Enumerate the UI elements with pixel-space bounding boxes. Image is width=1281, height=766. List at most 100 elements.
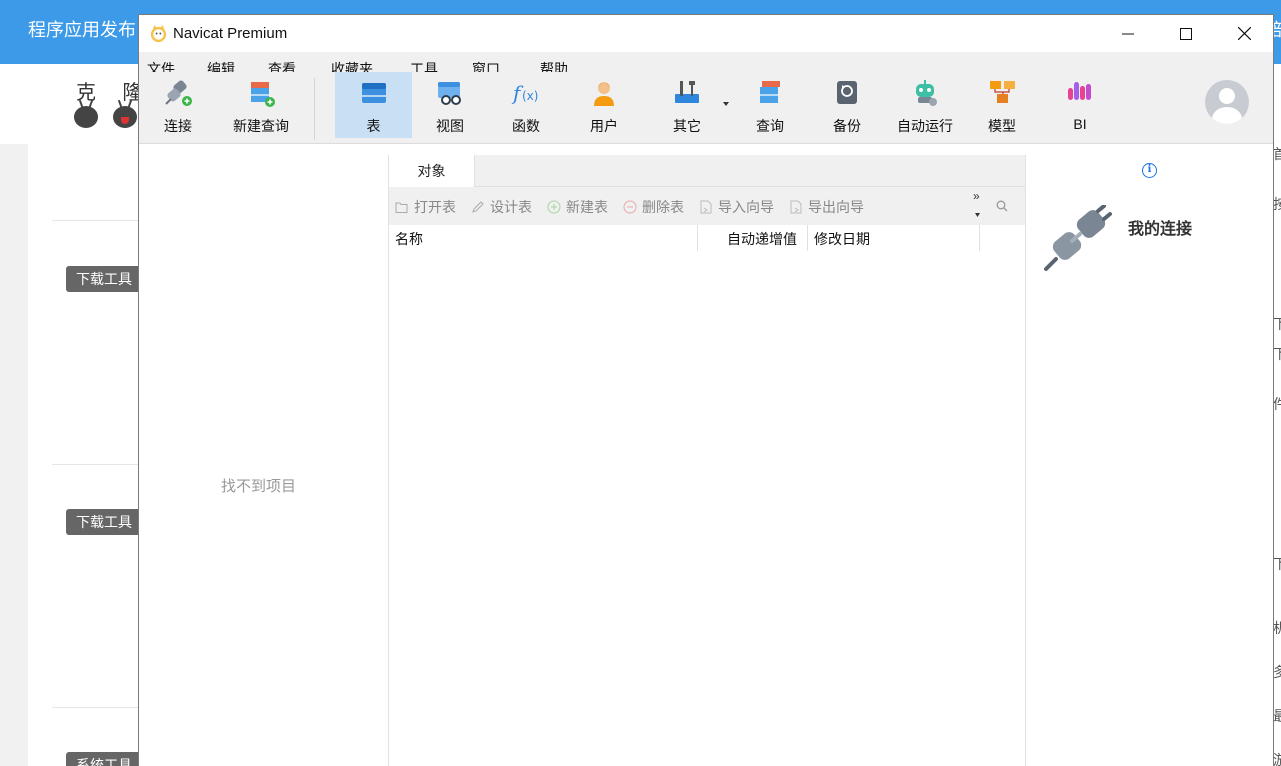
column-auto-increment[interactable]: 自动递增值 (727, 229, 797, 249)
bi-label: BI (1073, 116, 1087, 132)
tab-bar: 对象 (389, 155, 1025, 187)
user-icon (594, 82, 614, 106)
import-wizard-button[interactable]: 导入向导 (699, 197, 774, 217)
function-label: 函数 (512, 118, 540, 134)
category-tag[interactable]: 下载工具 (66, 266, 146, 292)
export-wizard-button[interactable]: 导出向导 (789, 197, 864, 217)
plug-connect-icon (165, 80, 192, 106)
divider (52, 707, 142, 708)
new-query-label: 新建查询 (233, 118, 289, 134)
import-wizard-label: 导入向导 (718, 199, 774, 215)
design-table-label: 设计表 (490, 199, 532, 215)
dropdown-arrow-icon[interactable] (975, 213, 980, 217)
plug-icon (1044, 205, 1112, 271)
folder-open-icon (395, 202, 408, 213)
maximize-button[interactable] (1157, 15, 1215, 52)
query-label: 查询 (756, 118, 784, 134)
import-icon (700, 200, 712, 214)
new-query-button[interactable]: 新建查询 (217, 72, 305, 138)
empty-message: 找不到项目 (221, 478, 297, 495)
model-icon (990, 81, 1015, 103)
minimize-icon (1122, 33, 1134, 34)
strip-char: 最 (1273, 708, 1281, 724)
auto-run-button[interactable]: 自动运行 (887, 72, 963, 138)
svg-text:(x): (x) (522, 89, 538, 103)
model-button[interactable]: 模型 (971, 72, 1033, 138)
close-icon (1237, 27, 1251, 40)
tab-objects[interactable]: 对象 (389, 155, 475, 187)
user-label: 用户 (590, 118, 618, 134)
background-page-title: 程序应用发布 (28, 20, 136, 40)
user-avatar[interactable] (1205, 80, 1249, 124)
strip-char: 按 (1273, 196, 1281, 212)
delete-table-button[interactable]: 删除表 (623, 197, 684, 217)
maximize-icon (1180, 27, 1192, 40)
search-icon[interactable] (996, 200, 1008, 212)
robot-icon (916, 80, 937, 106)
open-table-label: 打开表 (414, 199, 456, 215)
more-tools-button[interactable]: » (973, 189, 980, 203)
new-table-label: 新建表 (566, 199, 608, 215)
toolbar-divider (314, 78, 315, 140)
column-divider[interactable] (807, 225, 808, 251)
connection-tree-pane[interactable]: 找不到项目 (139, 155, 389, 766)
other-button[interactable]: 其它 (655, 72, 719, 138)
object-grid-header: 名称 自动递增值 修改日期 (389, 225, 1025, 251)
minimize-button[interactable] (1099, 15, 1157, 52)
mascot-icon (74, 106, 98, 128)
strip-char: 多 (1273, 664, 1281, 680)
auto-run-label: 自动运行 (897, 118, 953, 134)
table-icon (361, 83, 386, 103)
info-pane: i 我的连接 (1025, 155, 1273, 766)
connect-button[interactable]: 连接 (147, 72, 209, 138)
column-divider[interactable] (697, 225, 698, 251)
background-right-strip: 首 按 下 下 件 下 机 多 最 游 (1273, 64, 1281, 766)
delete-table-label: 删除表 (642, 199, 684, 215)
info-icon[interactable]: i (1142, 163, 1157, 178)
user-button[interactable]: 用户 (573, 72, 635, 138)
backup-icon (837, 81, 857, 104)
connect-label: 连接 (164, 118, 192, 134)
design-table-button[interactable]: 设计表 (471, 197, 532, 217)
category-tag[interactable]: 下载工具 (66, 509, 146, 535)
minus-circle-icon (623, 200, 637, 214)
table-label: 表 (366, 118, 381, 134)
function-button[interactable]: f (x) 函数 (495, 72, 557, 138)
other-label: 其它 (673, 118, 701, 134)
plus-circle-icon (547, 200, 561, 214)
bi-button[interactable]: BI (1049, 72, 1111, 138)
view-icon (438, 82, 461, 105)
function-icon: f (x) (511, 81, 538, 105)
column-name[interactable]: 名称 (395, 229, 423, 249)
mascot-icon (113, 106, 137, 128)
dropdown-arrow-icon[interactable] (723, 102, 729, 106)
new-table-button[interactable]: 新建表 (547, 197, 608, 217)
strip-char: 游 (1273, 752, 1281, 766)
window-title: Navicat Premium (173, 25, 288, 42)
main-toolbar: 连接 新建查询 表 视图 f (x) 函数 用户 其它 查询 备份 自动运行 模… (139, 72, 1273, 144)
strip-char: 机 (1273, 620, 1281, 636)
navicat-window: Navicat Premium 文件 编辑 查看 收藏夹 工具 窗口 帮助 连接 (138, 14, 1274, 766)
my-connections-title: 我的连接 (1128, 221, 1193, 238)
close-button[interactable] (1215, 15, 1273, 52)
view-button[interactable]: 视图 (419, 72, 481, 138)
strip-char: 下 (1273, 556, 1281, 572)
table-button[interactable]: 表 (335, 72, 412, 138)
query-button[interactable]: 查询 (739, 72, 801, 138)
category-tag[interactable]: 系统工具 (66, 752, 146, 766)
open-table-button[interactable]: 打开表 (395, 197, 456, 217)
query-icon (760, 81, 780, 103)
object-pane: 对象 打开表 设计表 新建表 删除表 导入向导 导出向导 » 名称 自动递增值 … (389, 155, 1025, 766)
new-query-icon (251, 82, 275, 107)
title-bar[interactable]: Navicat Premium (139, 15, 1273, 52)
column-divider[interactable] (979, 225, 980, 251)
divider (52, 220, 142, 221)
backup-button[interactable]: 备份 (816, 72, 878, 138)
tools-icon (675, 81, 699, 103)
strip-char: 下 (1273, 316, 1281, 332)
bi-chart-icon (1068, 82, 1091, 100)
column-modified-date[interactable]: 修改日期 (814, 229, 870, 249)
view-label: 视图 (436, 118, 464, 134)
strip-char: 首 (1273, 146, 1281, 162)
strip-char: 件 (1273, 396, 1281, 412)
